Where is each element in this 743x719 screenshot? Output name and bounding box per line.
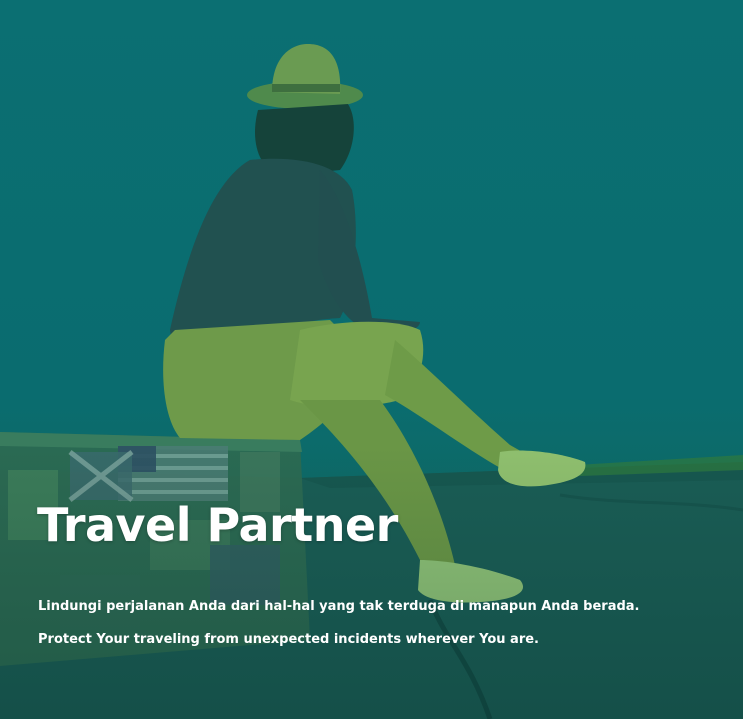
tagline-english: Protect Your traveling from unexpected i… bbox=[38, 632, 539, 647]
hero-banner: Travel Partner Lindungi perjalanan Anda … bbox=[0, 0, 743, 719]
tagline-indonesian: Lindungi perjalanan Anda dari hal-hal ya… bbox=[38, 599, 640, 614]
hero-title: Travel Partner bbox=[37, 498, 398, 552]
